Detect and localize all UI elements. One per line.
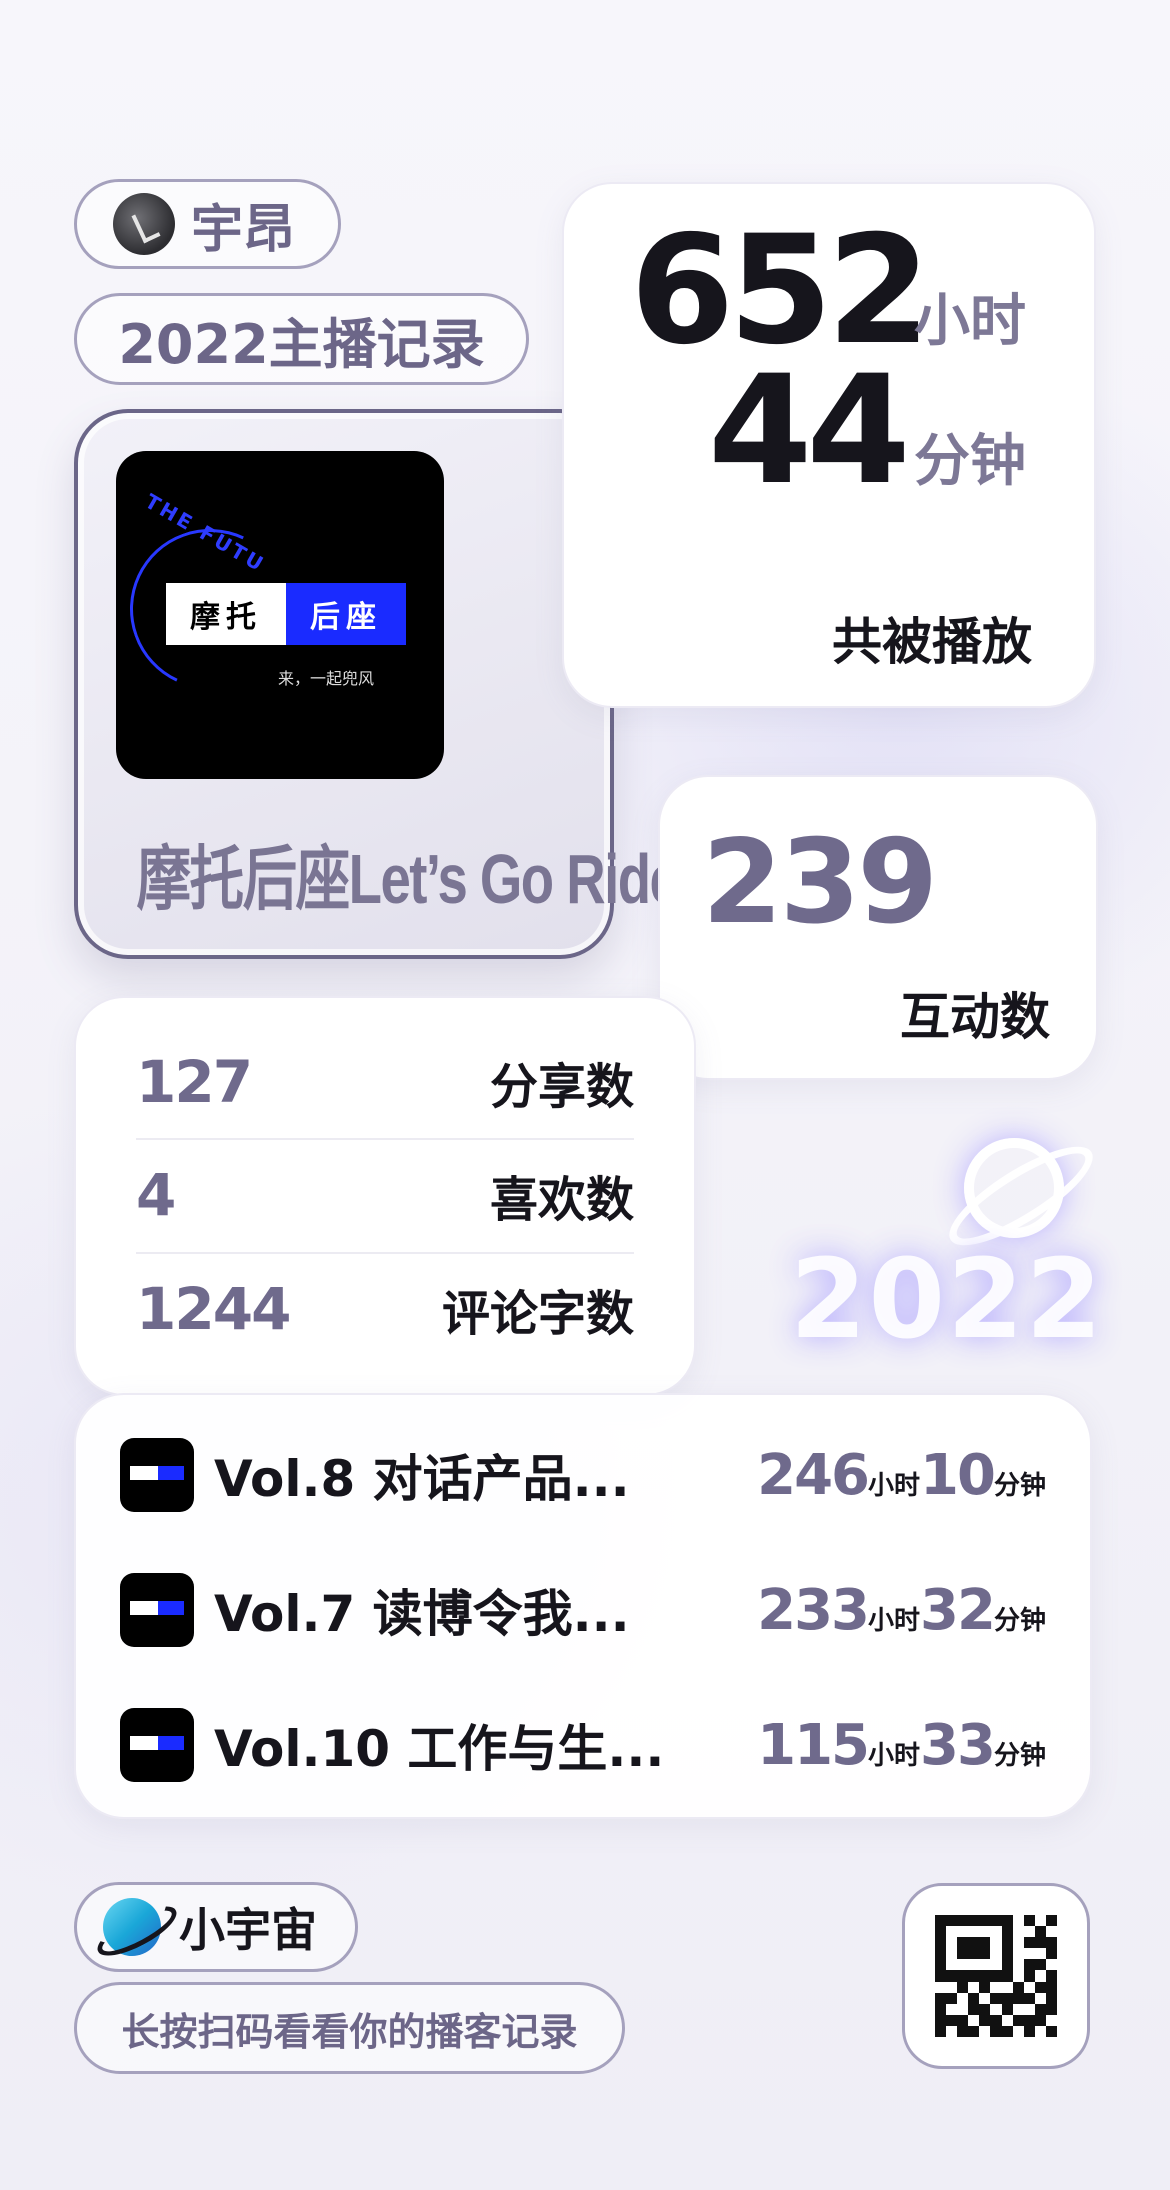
stat-value: 127: [136, 1048, 253, 1116]
scan-cta-pill: 长按扫码看看你的播客记录: [74, 1982, 625, 2074]
play-hours-unit: 小时: [914, 289, 1026, 354]
episode-thumbnail: [120, 1438, 194, 1512]
stat-label: 分享数: [489, 1059, 634, 1115]
episode-row[interactable]: Vol.10 工作与生... 115 小时 33 分钟: [120, 1707, 1046, 1783]
stat-label: 喜欢数: [489, 1172, 634, 1228]
cover-subtitle: 来，一起兜风: [278, 669, 375, 688]
avatar: [113, 193, 175, 255]
episode-minutes: 10: [920, 1442, 996, 1508]
episode-play-time: 246 小时 10 分钟: [757, 1443, 1046, 1508]
stat-value: 1244: [136, 1275, 291, 1343]
episode-play-time: 233 小时 32 分钟: [757, 1578, 1046, 1643]
episode-hours: 115: [757, 1712, 870, 1778]
qr-code-box[interactable]: [902, 1883, 1090, 2069]
planet-icon: [964, 1138, 1064, 1238]
episode-play-time: 115 小时 33 分钟: [757, 1713, 1046, 1778]
decorative-year: 2022: [790, 1235, 1105, 1363]
episode-minutes-unit: 分钟: [993, 1605, 1046, 1636]
year-record-pill: 2022主播记录: [74, 293, 529, 385]
episode-title: Vol.7 读博令我...: [214, 1585, 630, 1643]
episode-row[interactable]: Vol.8 对话产品... 246 小时 10 分钟: [120, 1437, 1046, 1513]
play-time-card: 652 小时 44 分钟 共被播放: [562, 182, 1096, 708]
episodes-card: Vol.8 对话产品... 246 小时 10 分钟 Vol.7 读博令我...…: [74, 1393, 1092, 1819]
episode-thumbnail: [120, 1573, 194, 1647]
episode-minutes: 32: [920, 1577, 996, 1643]
episode-hours-unit: 小时: [868, 1740, 921, 1771]
podcast-card[interactable]: THE FUTU 摩托 后座 来，一起兜风 摩托后座Let’s Go Ride!: [74, 409, 697, 959]
user-pill[interactable]: 宇昂: [74, 179, 341, 269]
episode-title: Vol.8 对话产品...: [214, 1450, 630, 1508]
stat-row-share: 127 分享数: [136, 1026, 634, 1138]
interactions-label: 互动数: [900, 988, 1050, 1046]
user-name: 宇昂: [191, 199, 296, 260]
episode-hours: 233: [757, 1577, 870, 1643]
play-minutes-unit: 分钟: [914, 429, 1026, 494]
episode-hours-unit: 小时: [868, 1605, 921, 1636]
cover-label-right: 后座: [286, 583, 406, 645]
episode-minutes-unit: 分钟: [993, 1740, 1046, 1771]
qr-code-icon: [935, 1915, 1057, 2037]
play-time-label: 共被播放: [832, 613, 1032, 671]
stat-value: 4: [136, 1161, 176, 1229]
podcast-cover: THE FUTU 摩托 后座 来，一起兜风: [116, 451, 444, 779]
stats-card: 127 分享数 4 喜欢数 1244 评论字数: [74, 996, 696, 1396]
stat-row-like: 4 喜欢数: [136, 1138, 634, 1250]
brand-pill[interactable]: 小宇宙: [74, 1882, 358, 1972]
brand-name: 小宇宙: [179, 1903, 317, 1957]
podcast-title: 摩托后座Let’s Go Ride!: [136, 840, 697, 918]
episode-hours: 246: [757, 1442, 870, 1508]
xiaoyuzhou-logo-icon: [103, 1898, 161, 1956]
stat-row-comment-chars: 1244 评论字数: [136, 1252, 634, 1364]
interactions-card: 239 互动数: [658, 775, 1098, 1080]
episode-title: Vol.10 工作与生...: [214, 1720, 665, 1778]
play-minutes: 44: [708, 344, 911, 518]
episode-minutes: 33: [920, 1712, 996, 1778]
episode-hours-unit: 小时: [868, 1470, 921, 1501]
episode-row[interactable]: Vol.7 读博令我... 233 小时 32 分钟: [120, 1572, 1046, 1648]
episode-minutes-unit: 分钟: [993, 1470, 1046, 1501]
cover-label-left: 摩托: [166, 583, 286, 645]
interactions-value: 239: [702, 815, 938, 950]
episode-thumbnail: [120, 1708, 194, 1782]
stat-label: 评论字数: [441, 1286, 634, 1342]
